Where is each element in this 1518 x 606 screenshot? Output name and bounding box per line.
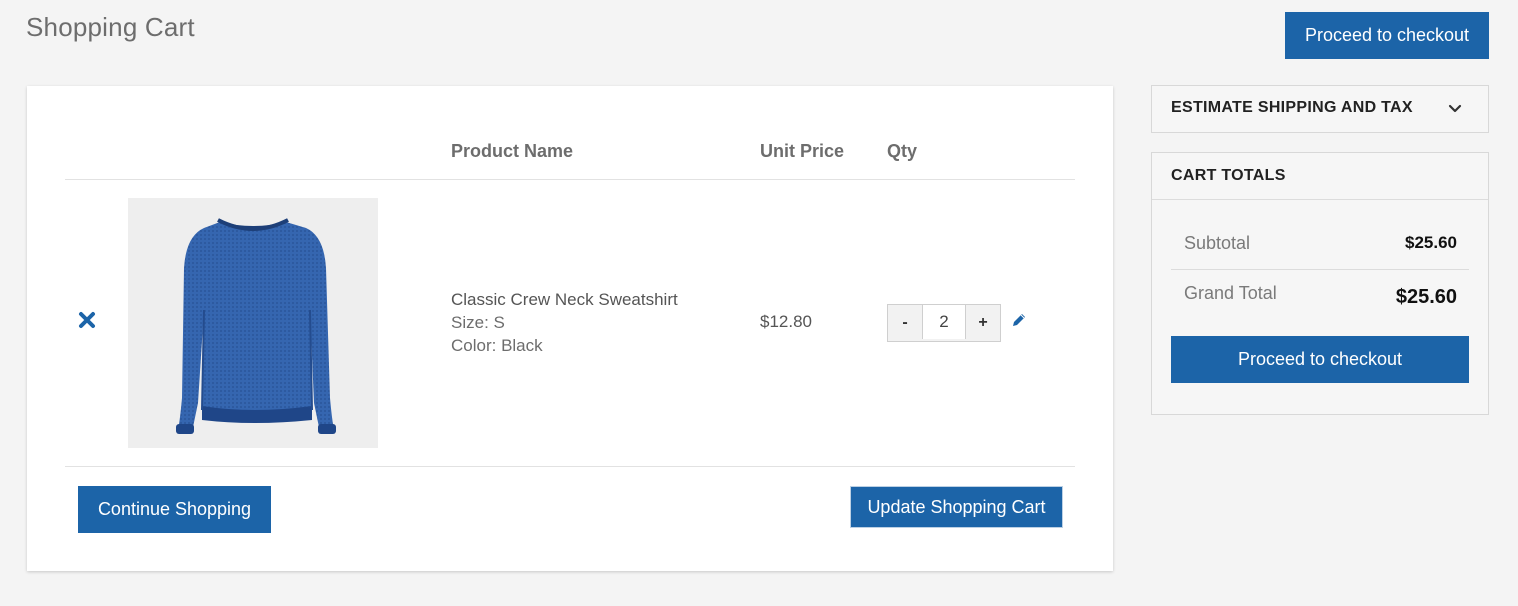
estimate-shipping-title: ESTIMATE SHIPPING AND TAX: [1171, 99, 1413, 116]
page-title: Shopping Cart: [26, 12, 195, 42]
subtotal-label: Subtotal: [1184, 233, 1251, 253]
chevron-down-icon: [1448, 104, 1462, 113]
pencil-icon[interactable]: [1011, 312, 1027, 328]
product-color: Color: Black: [451, 336, 543, 355]
sidebar-checkout-button[interactable]: Proceed to checkout: [1171, 336, 1469, 383]
cart-table-header: Product Name Unit Price Qty: [65, 86, 1075, 180]
column-header-product-name: Product Name: [451, 141, 574, 161]
qty-decrease-button[interactable]: -: [888, 305, 922, 341]
estimate-shipping-toggle[interactable]: ESTIMATE SHIPPING AND TAX: [1151, 85, 1489, 133]
remove-item-icon[interactable]: [78, 311, 96, 329]
subtotal-row: Subtotal $25.60: [1171, 221, 1469, 270]
grand-total-row: Grand Total $25.60: [1171, 270, 1469, 320]
cart-totals-title: CART TOTALS: [1171, 167, 1286, 184]
sweatshirt-image: [176, 218, 336, 434]
continue-shopping-button[interactable]: Continue Shopping: [78, 486, 271, 533]
grand-total-label: Grand Total: [1184, 283, 1277, 303]
proceed-to-checkout-button[interactable]: Proceed to checkout: [1285, 12, 1489, 59]
subtotal-value: $25.60: [1405, 233, 1457, 252]
qty-increase-button[interactable]: +: [966, 305, 1000, 341]
quantity-stepper: - +: [887, 304, 1001, 342]
cart-table: Product Name Unit Price Qty Classic Crew…: [27, 86, 1113, 571]
cart-totals-panel: CART TOTALS Subtotal $25.60 Grand Total …: [1151, 152, 1489, 415]
product-size: Size: S: [451, 313, 505, 332]
cart-totals-header: CART TOTALS: [1152, 153, 1488, 200]
product-image[interactable]: [128, 198, 378, 448]
column-header-unit-price: Unit Price: [760, 141, 845, 161]
grand-total-value: $25.60: [1395, 286, 1457, 308]
cart-item-row: Classic Crew Neck Sweatshirt Size: S Col…: [65, 180, 1075, 467]
qty-input[interactable]: [922, 305, 966, 339]
unit-price: $12.80: [760, 312, 812, 331]
update-cart-button[interactable]: Update Shopping Cart: [850, 486, 1063, 528]
product-name[interactable]: Classic Crew Neck Sweatshirt: [451, 288, 678, 311]
product-info: Classic Crew Neck Sweatshirt Size: S Col…: [451, 288, 678, 357]
column-header-qty: Qty: [887, 141, 918, 161]
